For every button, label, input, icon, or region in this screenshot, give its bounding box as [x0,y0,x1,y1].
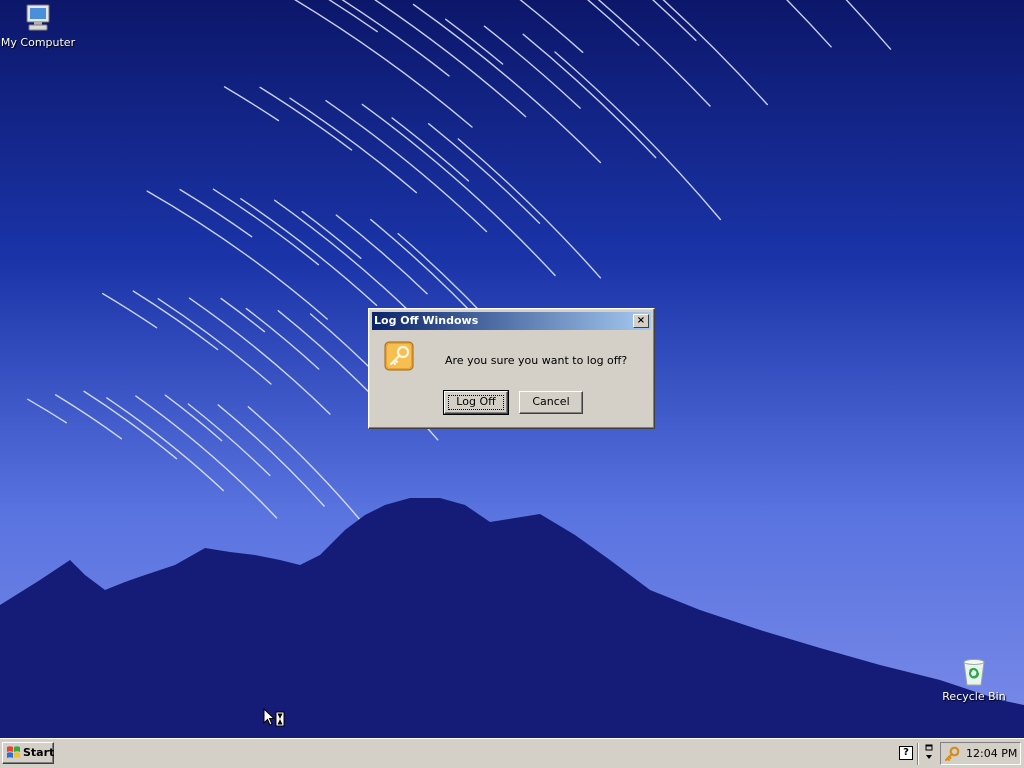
system-tray: 12:04 PM [940,742,1021,765]
key-icon [384,341,414,371]
dialog-title: Log Off Windows [374,314,479,327]
windows-logo-icon [7,746,20,758]
close-button[interactable]: × [633,314,649,328]
clock[interactable]: 12:04 PM [966,743,1017,764]
cancel-button[interactable]: Cancel [519,391,583,414]
desktop-icon-label: Recycle Bin [942,690,1006,703]
taskbar: Start ? 12:04 PM [0,738,1024,768]
key-icon[interactable] [944,746,960,762]
desktop: My Computer Recycle Bin Log Off Windows … [0,0,1024,738]
my-computer-icon [26,4,50,31]
start-button[interactable]: Start [2,742,54,764]
help-icon[interactable]: ? [899,746,913,760]
log-off-dialog: Log Off Windows × Are you sure you want … [368,308,655,429]
show-hidden-icons-icon[interactable] [924,744,934,762]
desktop-icon-recycle-bin[interactable]: Recycle Bin [936,656,1012,703]
desktop-icon-label: My Computer [0,36,76,49]
recycle-bin-icon [963,659,985,686]
start-label: Start [23,746,55,759]
cancel-button-label: Cancel [532,395,570,408]
desktop-icon-my-computer[interactable]: My Computer [0,2,76,49]
busy-cursor-icon [263,708,285,727]
log-off-button[interactable]: Log Off [443,390,509,415]
dialog-titlebar[interactable]: Log Off Windows × [372,312,651,330]
focus-ring [448,395,504,410]
taskbar-divider [917,743,919,765]
close-icon: × [636,315,646,326]
dialog-message: Are you sure you want to log off? [445,354,628,367]
